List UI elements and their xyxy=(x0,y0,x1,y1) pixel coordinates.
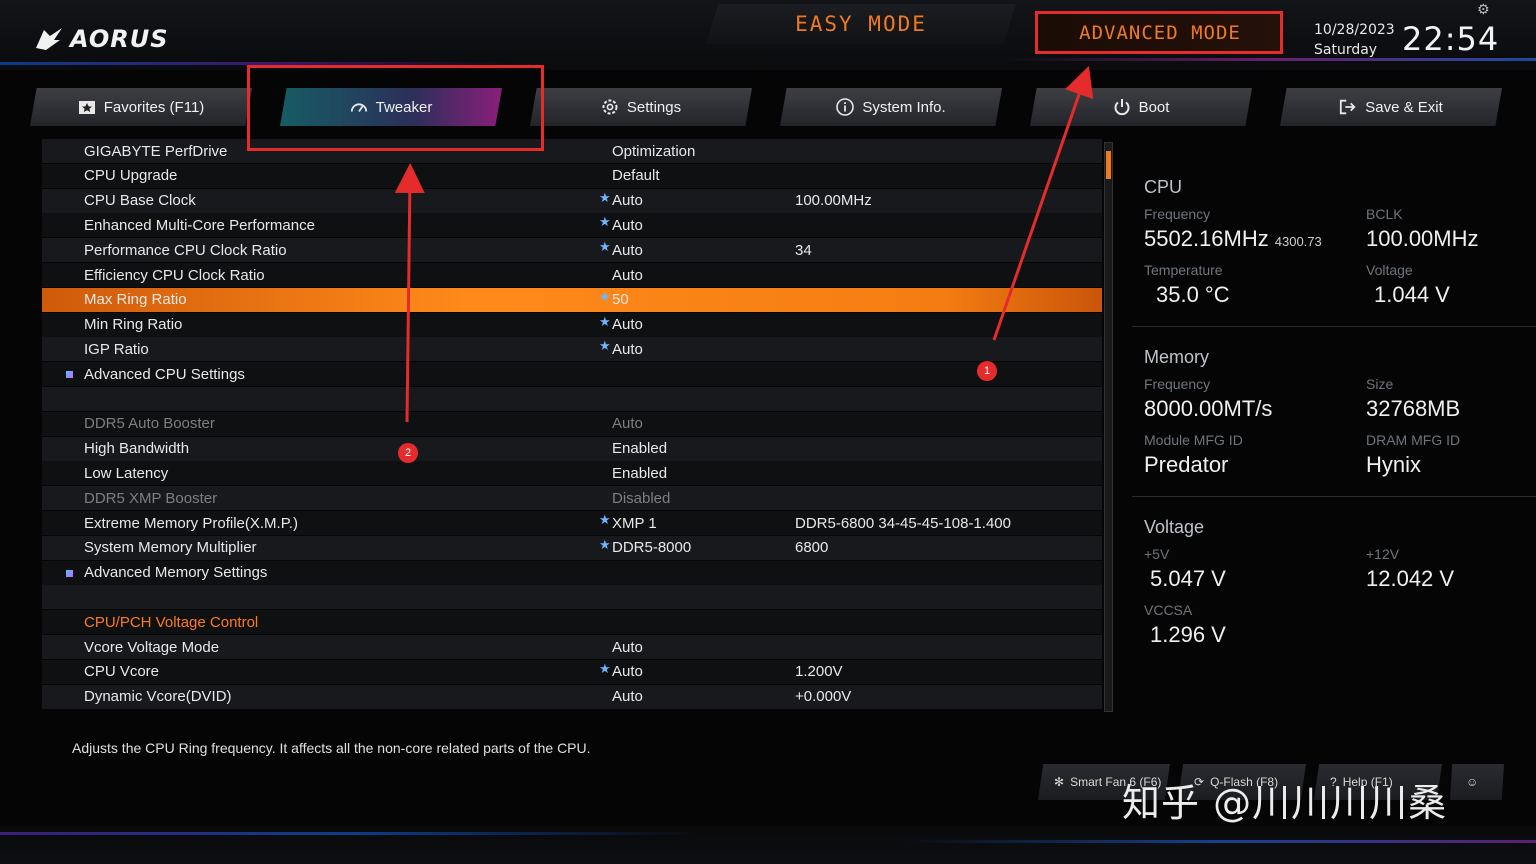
arrow-to-advanced-mode xyxy=(992,65,1094,341)
annotation-marker-2: 2 xyxy=(398,443,418,463)
annotation-arrows xyxy=(394,65,1094,423)
arrow-to-tweaker xyxy=(394,163,425,423)
annotation-marker-1: 1 xyxy=(977,361,997,381)
